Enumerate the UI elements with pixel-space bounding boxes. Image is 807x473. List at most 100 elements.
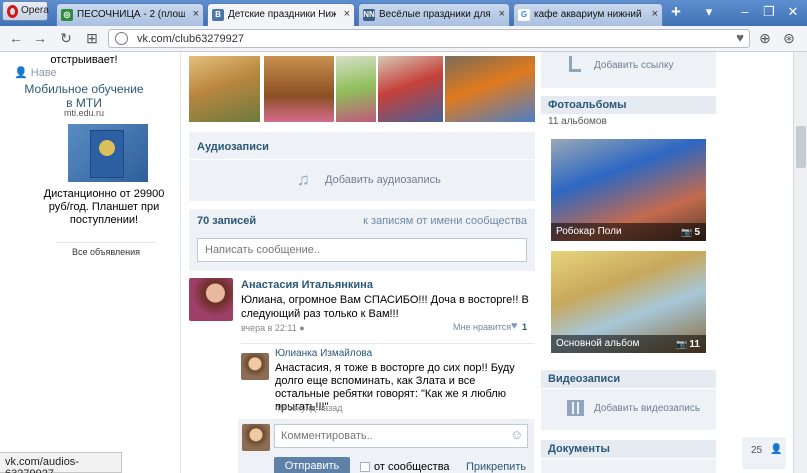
album-photo-count: 📷 5 (681, 227, 700, 238)
documents-card (541, 459, 716, 473)
post-date[interactable]: вчера в 22:11 ● (241, 323, 305, 333)
audio-block: Аудиозаписи ♫ Добавить аудиозапись (189, 132, 535, 201)
documents-heading[interactable]: Документы (541, 440, 716, 458)
close-icon[interactable]: × (193, 8, 199, 20)
add-video-button[interactable]: Добавить видеозапись (594, 403, 700, 414)
link-icon[interactable] (569, 56, 581, 72)
close-icon[interactable]: × (344, 8, 350, 20)
address-bar[interactable]: vk.com/club63279927 ♥ (108, 29, 750, 48)
like-label[interactable]: Мне нравится (453, 322, 511, 332)
tab-menu-icon[interactable]: ▾ (700, 4, 718, 20)
album-photo-count: 📷 11 (676, 339, 700, 350)
photo-thumbnail[interactable] (445, 56, 535, 122)
opera-logo-icon (7, 5, 18, 18)
from-community-checkbox[interactable] (360, 462, 370, 472)
emblem-icon (99, 140, 115, 156)
album-card[interactable]: Основной альбом 📷 11 (551, 251, 706, 353)
new-post-input[interactable]: Написать сообщение.. (197, 238, 527, 262)
film-icon[interactable] (567, 400, 584, 416)
ad-domain[interactable]: mti.edu.ru (20, 108, 148, 118)
maximize-icon[interactable]: ❐ (760, 4, 778, 20)
download-icon[interactable]: ⊕ (757, 30, 773, 47)
right-column: Добавить ссылку Фотоальбомы 11 альбомов … (541, 52, 716, 473)
browser-toolbar: ← → ↻ ⊞ vk.com/club63279927 ♥ ⊕ ⊛ (0, 26, 807, 52)
album-card[interactable]: Робокар Поли 📷 5 (551, 139, 706, 241)
from-community-label[interactable]: от сообщества (374, 461, 450, 473)
site-info-icon[interactable] (115, 32, 128, 45)
tab-parties[interactable]: NN Весёлые праздники для де × (358, 3, 510, 26)
window-close-icon[interactable]: ✕ (784, 4, 802, 20)
divider (241, 343, 534, 344)
wall-header: 70 записей к записям от имени сообщества… (189, 209, 535, 271)
post-author[interactable]: Анастасия Итальянкина (241, 279, 373, 291)
post-date-text: вчера в 22:11 (241, 323, 297, 333)
minimize-icon[interactable]: – (736, 4, 754, 19)
online-counter[interactable]: 25 👤 (742, 437, 786, 469)
back-arrow-icon[interactable]: ← (8, 30, 24, 46)
scrollbar-thumb[interactable] (796, 126, 806, 168)
bookmark-heart-icon[interactable]: ♥ (736, 30, 744, 45)
speed-dial-icon[interactable]: ⊞ (84, 30, 100, 47)
vk-icon: B (212, 9, 224, 21)
browser-tab-bar: Opera ◎ ПЕСОЧНИЦА - 2 (площадк × B Детск… (0, 0, 807, 27)
nn-icon: NN (363, 9, 375, 21)
sidebar-nav-link[interactable]: 👤 Наве (14, 66, 57, 79)
close-icon[interactable]: × (652, 8, 658, 20)
avatar[interactable] (189, 278, 233, 321)
person-icon: 👤 (770, 444, 783, 455)
ad-image[interactable] (68, 124, 148, 182)
send-button[interactable]: Отправить (274, 457, 350, 473)
tab-sandbox[interactable]: ◎ ПЕСОЧНИЦА - 2 (площадк × (56, 3, 204, 26)
page-scrollbar[interactable] (793, 52, 807, 473)
divider (189, 159, 535, 160)
comment-input[interactable]: Комментировать.. (274, 424, 528, 448)
column-divider (180, 52, 181, 473)
ad-text[interactable]: Дистанционно от 29900 руб/год. Планшет п… (40, 188, 168, 227)
albums-heading[interactable]: Фотоальбомы (541, 96, 716, 114)
community-posts-link[interactable]: к записям от имени сообщества (363, 215, 527, 227)
status-url: vk.com/audios-63279927 (0, 452, 122, 473)
all-ads-link[interactable]: Все объявления (56, 242, 156, 257)
google-icon: G (518, 9, 530, 21)
settings-icon[interactable]: ⊛ (781, 30, 797, 47)
tab-google-search[interactable]: G кафе аквариум нижний нов × (513, 3, 663, 26)
photo-thumbnail[interactable] (378, 56, 443, 122)
photo-thumbnail[interactable] (189, 56, 260, 122)
add-link-button[interactable]: Добавить ссылку (594, 60, 673, 71)
new-tab-button[interactable]: + (668, 3, 684, 21)
reply-time[interactable]: 49 секунд назад (275, 403, 343, 413)
album-count-value: 5 (694, 227, 700, 238)
add-audio-link[interactable]: Добавить аудиозапись (325, 174, 441, 186)
vk-page: 👤 Наве отстрыивает! Мобильное обучение в… (0, 52, 807, 473)
apple-icon: ● (299, 323, 305, 333)
wall-posts-count[interactable]: 70 записей (197, 215, 256, 227)
tab-title: кафе аквариум нижний нов (534, 9, 644, 20)
photo-strip (189, 56, 535, 122)
avatar (242, 424, 270, 451)
user-icon: 👤 (14, 67, 28, 79)
videos-heading[interactable]: Видеозаписи (541, 370, 716, 388)
like-count[interactable]: 1 (522, 322, 527, 332)
audio-heading[interactable]: Аудиозаписи (197, 141, 269, 153)
post-text: Юлиана, огромное Вам СПАСИБО!!! Доча в в… (241, 294, 529, 320)
tab-title: Весёлые праздники для де (379, 9, 491, 20)
tab-vk-club[interactable]: B Детские праздники Нижни × (207, 3, 355, 27)
forward-arrow-icon[interactable]: → (32, 30, 48, 46)
add-link-card: Добавить ссылку (541, 52, 716, 88)
heart-icon[interactable]: ♥ (511, 320, 518, 332)
avatar[interactable] (241, 353, 269, 380)
left-sidebar: 👤 Наве отстрыивает! Мобильное обучение в… (0, 52, 164, 473)
photo-thumbnail[interactable] (336, 56, 376, 122)
camera-icon: 📷 (681, 227, 693, 237)
attach-link[interactable]: Прикрепить (466, 461, 526, 473)
reload-icon[interactable]: ↻ (58, 30, 74, 47)
album-count-value: 11 (689, 339, 700, 350)
close-icon[interactable]: × (499, 8, 505, 20)
photo-thumbnail[interactable] (264, 56, 334, 122)
music-note-icon[interactable]: ♫ (297, 170, 310, 190)
address-text: vk.com/club63279927 (137, 33, 245, 45)
smiley-icon[interactable]: ☺ (510, 427, 523, 442)
ad-title[interactable]: Мобильное обучение в МТИ (20, 82, 148, 110)
opera-menu-button[interactable]: Opera (2, 1, 49, 21)
reply-author[interactable]: Юлианка Измайлова (275, 348, 372, 359)
